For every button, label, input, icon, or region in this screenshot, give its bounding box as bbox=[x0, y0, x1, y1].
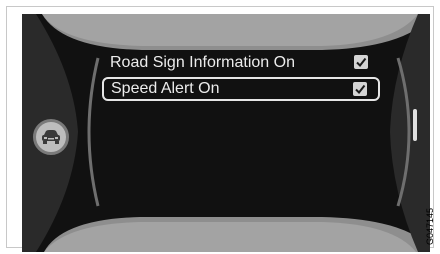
display-chrome bbox=[22, 14, 430, 252]
menu-item-speed-alert[interactable]: Speed Alert On bbox=[102, 77, 380, 101]
checkmark-icon[interactable] bbox=[353, 82, 367, 96]
car-settings-button[interactable] bbox=[33, 119, 69, 155]
figure-frame: Road Sign Information On Speed Alert On bbox=[6, 6, 435, 252]
display-screen: Road Sign Information On Speed Alert On bbox=[22, 14, 430, 252]
checkmark-icon[interactable] bbox=[354, 55, 368, 69]
scrollbar-thumb[interactable] bbox=[413, 109, 417, 141]
figure-code: G047145 bbox=[425, 207, 435, 245]
menu-item-road-sign-information[interactable]: Road Sign Information On bbox=[102, 51, 380, 75]
menu-item-label: Road Sign Information On bbox=[110, 54, 295, 71]
menu-item-label: Speed Alert On bbox=[111, 80, 220, 97]
car-front-icon bbox=[42, 130, 60, 144]
